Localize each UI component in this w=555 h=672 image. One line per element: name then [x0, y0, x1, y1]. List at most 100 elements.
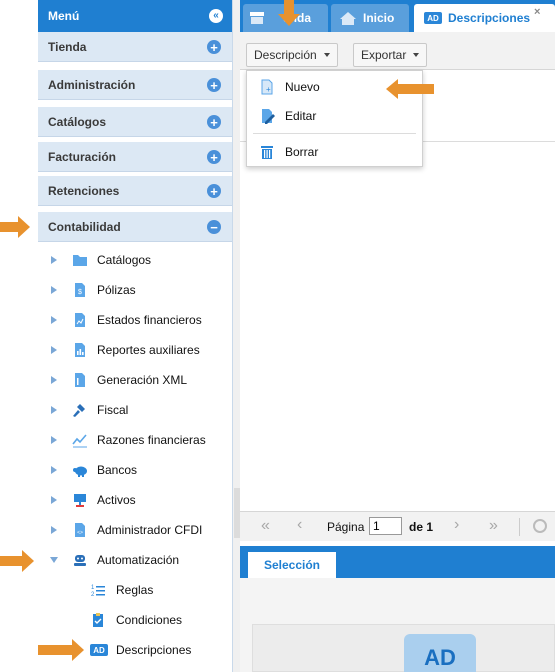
sidebar-item-bancos[interactable]: Bancos [38, 455, 232, 485]
first-page-button[interactable]: « [261, 517, 270, 535]
close-tab-icon[interactable]: × [534, 6, 540, 18]
sidebar-subitem-condiciones[interactable]: Condiciones [38, 605, 232, 635]
tab-seleccion[interactable]: Selección [248, 552, 336, 578]
expand-arrow-icon[interactable] [51, 436, 57, 444]
panel-splitter[interactable] [233, 0, 240, 672]
list-icon: 12 [91, 585, 105, 598]
sidebar-item-generacion-xml[interactable]: Generación XML [38, 365, 232, 395]
page-label: Página [327, 520, 365, 534]
collapse-sidebar-icon[interactable]: « [209, 9, 223, 23]
menu-separator [253, 133, 416, 134]
xml-file-icon [75, 373, 85, 387]
piggy-bank-icon [73, 466, 87, 477]
sidebar-item-label: Automatización [97, 553, 180, 567]
sidebar-item-label: Generación XML [97, 373, 188, 387]
pager-separator [519, 518, 520, 536]
report-icon [75, 313, 85, 327]
folder-icon [73, 255, 87, 266]
pointer-arrow-descripciones [38, 645, 72, 655]
sidebar-item-fiscal[interactable]: Fiscal [38, 395, 232, 425]
last-page-button[interactable]: » [489, 517, 498, 535]
sidebar-item-reportes-auxiliares[interactable]: Reportes auxiliares [38, 335, 232, 365]
sidebar-item-label: Reportes auxiliares [97, 343, 200, 357]
expand-arrow-icon[interactable] [51, 466, 57, 474]
refresh-icon[interactable] [533, 519, 547, 533]
pointer-arrow-contabilidad [0, 222, 18, 232]
pointer-arrow-nuevo [398, 84, 434, 94]
document-icon: $ [75, 283, 85, 297]
pagination-bar: « ‹ Página de 1 › » [240, 511, 555, 541]
sidebar-item-estados-financieros[interactable]: Estados financieros [38, 305, 232, 335]
menu-title: Menú [48, 9, 80, 23]
app-root: Menú « Tienda + Administración + Catálog… [0, 0, 555, 672]
exportar-menu-button[interactable]: Exportar [353, 43, 428, 67]
section-contabilidad[interactable]: Contabilidad − [38, 212, 232, 242]
menu-item-label: Borrar [285, 145, 319, 159]
tab-descripciones[interactable]: AD Descripciones × [414, 4, 555, 32]
sidebar-item-administrador-cfdi[interactable]: <> Administrador CFDI [38, 515, 232, 545]
tab-inicio[interactable]: Inicio [331, 4, 409, 32]
sidebar-subitem-reglas[interactable]: 12 Reglas [38, 575, 232, 605]
section-label: Retenciones [48, 183, 120, 198]
pointer-arrow-head [18, 216, 30, 238]
clipboard-icon [93, 613, 103, 627]
menu-item-label: Editar [285, 109, 317, 123]
sidebar-item-label: Condiciones [116, 613, 183, 627]
sidebar-item-activos[interactable]: Activos [38, 485, 232, 515]
section-label: Catálogos [48, 114, 107, 129]
section-label: Contabilidad [48, 219, 121, 234]
pointer-arrow-head [386, 79, 398, 99]
section-administracion[interactable]: Administración + [38, 70, 232, 100]
new-document-icon: + [261, 79, 273, 95]
expand-arrow-icon[interactable] [51, 526, 57, 534]
expand-icon[interactable]: + [207, 150, 221, 164]
button-label: Descripción [254, 48, 317, 62]
section-facturacion[interactable]: Facturación + [38, 142, 232, 172]
sidebar-item-automatizacion[interactable]: Automatización [38, 545, 232, 575]
expand-arrow-icon[interactable] [51, 346, 57, 354]
trend-icon [72, 434, 87, 448]
descripcion-menu-button[interactable]: Descripción [246, 43, 338, 67]
expand-icon[interactable]: + [207, 184, 221, 198]
store-icon [250, 12, 264, 24]
trash-icon [261, 146, 273, 159]
sidebar-item-polizas[interactable]: $ Pólizas [38, 275, 232, 305]
sidebar-item-label: Bancos [97, 463, 138, 477]
expand-arrow-icon[interactable] [51, 316, 57, 324]
expand-arrow-icon[interactable] [51, 376, 57, 384]
expand-arrow-icon[interactable] [51, 406, 57, 414]
svg-text:1: 1 [91, 585, 95, 591]
expand-icon[interactable]: + [207, 40, 221, 54]
section-label: Tienda [48, 39, 87, 54]
menu-item-borrar[interactable]: Borrar [247, 139, 422, 165]
ad-large-icon: AD [404, 634, 476, 672]
expand-arrow-icon[interactable] [51, 496, 57, 504]
sidebar-item-catalogos[interactable]: Catálogos [38, 245, 232, 275]
pointer-arrow-head [278, 14, 300, 26]
section-catalogos[interactable]: Catálogos + [38, 107, 232, 137]
sidebar-item-label: Razones financieras [97, 433, 206, 447]
collapse-icon[interactable]: − [207, 220, 221, 234]
sidebar-item-label: Pólizas [97, 283, 136, 297]
pointer-arrow-head [22, 550, 34, 572]
sidebar-item-label: Fiscal [97, 403, 129, 417]
sidebar: Menú « Tienda + Administración + Catálog… [0, 0, 233, 672]
next-page-button[interactable]: › [454, 516, 459, 534]
section-label: Administración [48, 77, 136, 92]
menu-item-editar[interactable]: Editar [247, 103, 422, 129]
expand-arrow-icon[interactable] [51, 286, 57, 294]
section-retenciones[interactable]: Retenciones + [38, 176, 232, 206]
sidebar-item-razones-financieras[interactable]: Razones financieras [38, 425, 232, 455]
collapse-arrow-icon[interactable] [50, 557, 58, 563]
section-tienda[interactable]: Tienda + [38, 32, 232, 62]
sidebar-item-label: Descripciones [116, 643, 192, 657]
expand-icon[interactable]: + [207, 78, 221, 92]
prev-page-button[interactable]: ‹ [297, 516, 302, 534]
svg-text:<>: <> [77, 530, 83, 536]
pointer-arrow-head [72, 639, 84, 661]
tab-label: Inicio [363, 11, 395, 25]
expand-arrow-icon[interactable] [51, 256, 57, 264]
page-number-input[interactable] [369, 517, 402, 535]
expand-icon[interactable]: + [207, 115, 221, 129]
svg-text:$: $ [78, 289, 82, 296]
